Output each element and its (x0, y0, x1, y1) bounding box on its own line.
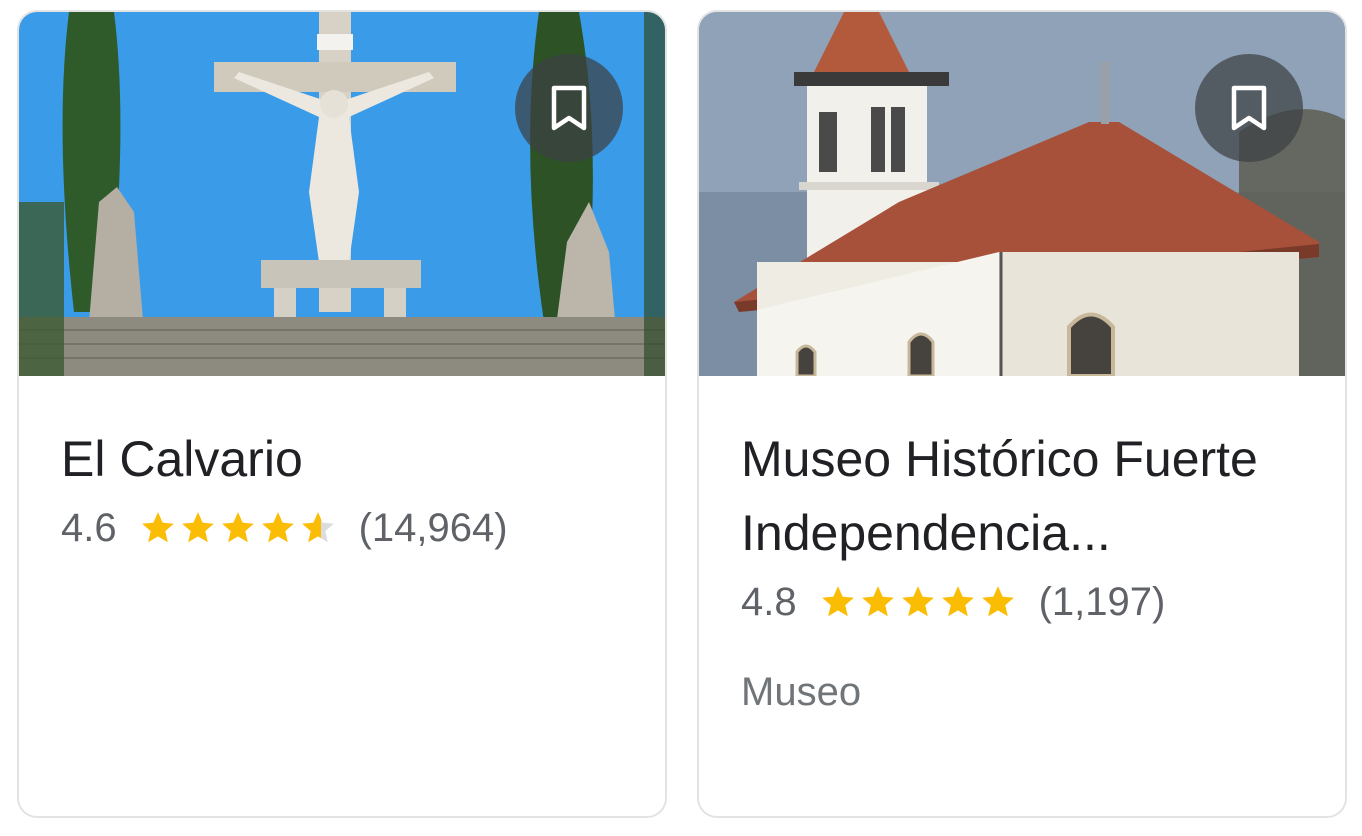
place-info: El Calvario 4.6 (14,964) (61, 376, 635, 558)
place-info: Museo Histórico Fuerte Independencia... … (741, 376, 1315, 715)
rating-row: 4.6 (14,964) (61, 498, 635, 558)
bookmark-icon (551, 85, 587, 131)
place-photo[interactable] (19, 12, 665, 376)
place-title[interactable]: Museo Histórico Fuerte Independencia... (741, 422, 1315, 570)
review-count[interactable]: (14,964) (359, 506, 508, 551)
star-icon (261, 512, 294, 543)
save-button[interactable] (1195, 54, 1303, 162)
review-count[interactable]: (1,197) (1039, 580, 1166, 625)
place-category: Museo (741, 670, 862, 714)
rating-value: 4.6 (61, 505, 117, 550)
save-button[interactable] (515, 54, 623, 162)
star-icon (821, 586, 854, 617)
place-photo[interactable] (699, 12, 1345, 376)
star-icon (181, 512, 214, 543)
star-icon (901, 586, 934, 617)
star-rating (819, 583, 1019, 621)
place-card[interactable]: Museo Histórico Fuerte Independencia... … (697, 10, 1347, 818)
place-card[interactable]: El Calvario 4.6 (14,964) (17, 10, 667, 818)
bookmark-icon (1231, 85, 1267, 131)
star-icon (981, 586, 1014, 617)
star-icon (861, 586, 894, 617)
place-title[interactable]: El Calvario (61, 422, 635, 496)
star-icon (941, 586, 974, 617)
star-icon (141, 512, 174, 543)
rating-row: 4.8 (1,197) (741, 572, 1315, 632)
rating-value: 4.8 (741, 579, 797, 624)
star-rating (139, 509, 339, 547)
star-icon (221, 512, 254, 543)
star-icon (301, 512, 334, 543)
